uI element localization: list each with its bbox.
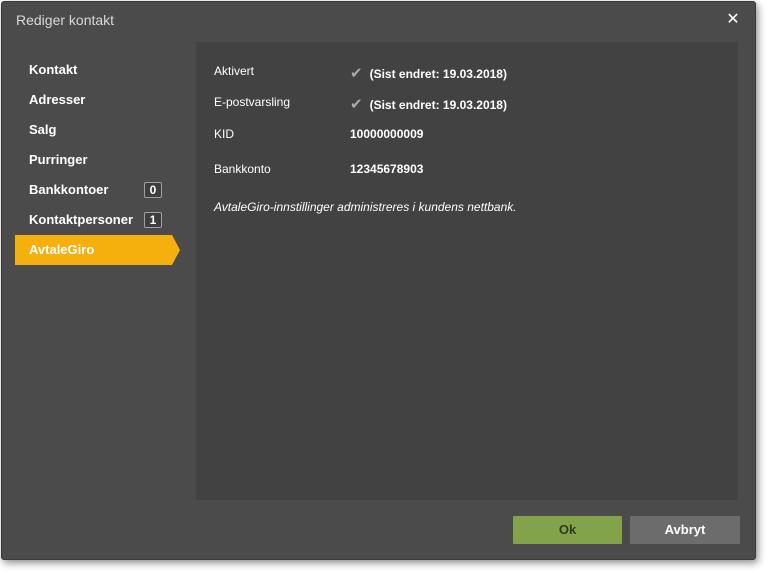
epostvarsling-status: (Sist endret: 19.03.2018) bbox=[369, 98, 507, 112]
count-badge: 1 bbox=[144, 212, 162, 228]
sidebar-item-adresser[interactable]: Adresser bbox=[15, 85, 180, 115]
sidebar-item-kontakt[interactable]: Kontakt bbox=[15, 55, 180, 85]
avtalegiro-panel: Aktivert ✔ (Sist endret: 19.03.2018) E-po… bbox=[196, 42, 738, 500]
bankkonto-label: Bankkonto bbox=[214, 162, 271, 176]
sidebar-item-label: Kontakt bbox=[29, 62, 78, 77]
sidebar-item-label: Adresser bbox=[29, 92, 86, 107]
sidebar-item-bankkontoer[interactable]: Bankkontoer 0 bbox=[15, 175, 180, 205]
sidebar-item-salg[interactable]: Salg bbox=[15, 115, 180, 145]
sidebar-item-label: Bankkontoer bbox=[29, 182, 109, 197]
sidebar-nav: Kontakt Adresser Salg Purringer Bankkont… bbox=[15, 55, 180, 265]
bankkonto-value: 12345678903 bbox=[350, 162, 424, 176]
checkmark-icon: ✔ bbox=[350, 65, 363, 82]
close-icon[interactable]: ✕ bbox=[724, 11, 742, 29]
ok-button[interactable]: Ok bbox=[513, 516, 622, 544]
checkmark-icon: ✔ bbox=[350, 96, 363, 113]
sidebar-item-kontaktpersoner[interactable]: Kontaktpersoner 1 bbox=[15, 205, 180, 235]
sidebar-item-label: AvtaleGiro bbox=[29, 242, 95, 257]
sidebar-item-label: Purringer bbox=[29, 152, 88, 167]
cancel-button[interactable]: Avbryt bbox=[630, 516, 740, 544]
aktivert-status: (Sist endret: 19.03.2018) bbox=[369, 67, 507, 81]
edit-contact-dialog: Rediger kontakt ✕ Kontakt Adresser Salg … bbox=[1, 1, 756, 560]
kid-value: 10000000009 bbox=[350, 127, 424, 141]
count-badge: 0 bbox=[144, 182, 162, 198]
kid-label: KID bbox=[214, 127, 235, 141]
aktivert-value: ✔ (Sist endret: 19.03.2018) bbox=[350, 64, 507, 82]
sidebar-item-label: Salg bbox=[29, 122, 57, 137]
sidebar-item-label: Kontaktpersoner bbox=[29, 212, 134, 227]
sidebar-item-purringer[interactable]: Purringer bbox=[15, 145, 180, 175]
sidebar-item-avtalegiro[interactable]: AvtaleGiro bbox=[15, 235, 180, 265]
epostvarsling-label: E-postvarsling bbox=[214, 95, 291, 109]
aktivert-label: Aktivert bbox=[214, 64, 255, 78]
avtalegiro-note: AvtaleGiro-innstillinger administreres i… bbox=[214, 200, 517, 214]
epostvarsling-value: ✔ (Sist endret: 19.03.2018) bbox=[350, 95, 507, 113]
dialog-title: Rediger kontakt bbox=[16, 12, 115, 28]
